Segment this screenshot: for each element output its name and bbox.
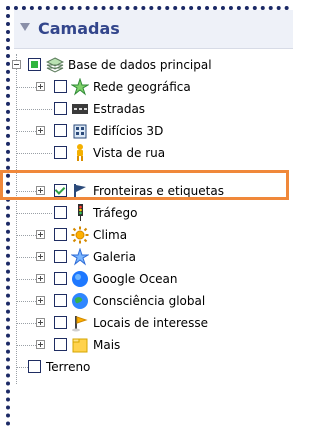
globe-icon: [72, 293, 88, 309]
tree-item-clima[interactable]: Clima: [10, 224, 293, 246]
layer-checkbox[interactable]: [54, 124, 67, 137]
layers-panel-title: Camadas: [38, 19, 120, 38]
road-icon: [72, 104, 88, 114]
collapse-arrow-icon[interactable]: [20, 23, 30, 31]
tree-item-label: Galeria: [93, 250, 136, 264]
tree-item-galeria[interactable]: Galeria: [10, 246, 293, 268]
tree-item-edificios-3d[interactable]: Edifícios 3D: [10, 120, 293, 142]
star-icon: [71, 78, 89, 96]
layer-checkbox[interactable]: [28, 58, 41, 71]
selection-highlight: [0, 170, 289, 200]
tree-item-label: Terreno: [46, 360, 91, 374]
expand-icon[interactable]: [36, 274, 45, 283]
pin-flag-icon: [72, 316, 88, 332]
tree-item-vista-de-rua[interactable]: Vista de rua: [10, 142, 293, 164]
layer-checkbox[interactable]: [54, 294, 67, 307]
collapse-icon[interactable]: [12, 60, 21, 69]
tree-item-label: Estradas: [93, 102, 146, 116]
tree-item-label: Google Ocean: [93, 272, 178, 286]
traffic-light-icon: [78, 204, 83, 221]
expand-icon[interactable]: [36, 340, 45, 349]
tree-item-trafego[interactable]: Tráfego: [10, 202, 293, 224]
tree-item-label: Edifícios 3D: [93, 124, 164, 138]
layer-checkbox[interactable]: [28, 360, 41, 373]
sun-icon: [71, 226, 89, 244]
layers-icon: [46, 57, 64, 73]
expand-icon[interactable]: [36, 230, 45, 239]
tree-item-base-de-dados-principal[interactable]: Base de dados principal: [10, 54, 293, 76]
layer-checkbox[interactable]: [54, 206, 67, 219]
tree-item-label: Consciência global: [93, 294, 206, 308]
tree-item-google-ocean[interactable]: Google Ocean: [10, 268, 293, 290]
layer-checkbox[interactable]: [54, 228, 67, 241]
layers-tree: Base de dados principal Rede geográfica …: [10, 54, 293, 434]
tree-item-label: Clima: [93, 228, 128, 242]
tree-item-consciencia-global[interactable]: Consciência global: [10, 290, 293, 312]
tree-item-label: Base de dados principal: [68, 58, 212, 72]
ocean-globe-icon: [72, 271, 88, 287]
expand-icon[interactable]: [36, 126, 45, 135]
tree-item-mais[interactable]: Mais: [10, 334, 293, 356]
tree-item-rede-geografica[interactable]: Rede geográfica: [10, 76, 293, 98]
layer-checkbox[interactable]: [54, 338, 67, 351]
layer-checkbox[interactable]: [54, 316, 67, 329]
expand-icon[interactable]: [36, 252, 45, 261]
layers-panel-header[interactable]: Camadas: [14, 10, 293, 49]
gallery-star-icon: [71, 248, 89, 266]
layer-checkbox[interactable]: [54, 146, 67, 159]
tree-item-locais-de-interesse[interactable]: Locais de interesse: [10, 312, 293, 334]
expand-icon[interactable]: [36, 296, 45, 305]
expand-icon[interactable]: [36, 318, 45, 327]
tree-item-label: Mais: [93, 338, 121, 352]
tree-item-label: Rede geográfica: [93, 80, 191, 94]
pegman-icon: [77, 144, 83, 161]
tree-item-label: Tráfego: [93, 206, 138, 220]
tree-item-label: Locais de interesse: [93, 316, 208, 330]
layer-checkbox[interactable]: [54, 102, 67, 115]
layers-panel: Camadas Base de dados principal Rede geo…: [6, 6, 293, 426]
building-icon: [73, 124, 87, 139]
expand-icon[interactable]: [36, 82, 45, 91]
layer-checkbox[interactable]: [54, 250, 67, 263]
tree-item-estradas[interactable]: Estradas: [10, 98, 293, 120]
layer-checkbox[interactable]: [54, 80, 67, 93]
layer-checkbox[interactable]: [54, 272, 67, 285]
tree-item-terreno[interactable]: Terreno: [10, 356, 293, 378]
folder-icon: [72, 338, 88, 353]
tree-item-label: Vista de rua: [93, 146, 166, 160]
